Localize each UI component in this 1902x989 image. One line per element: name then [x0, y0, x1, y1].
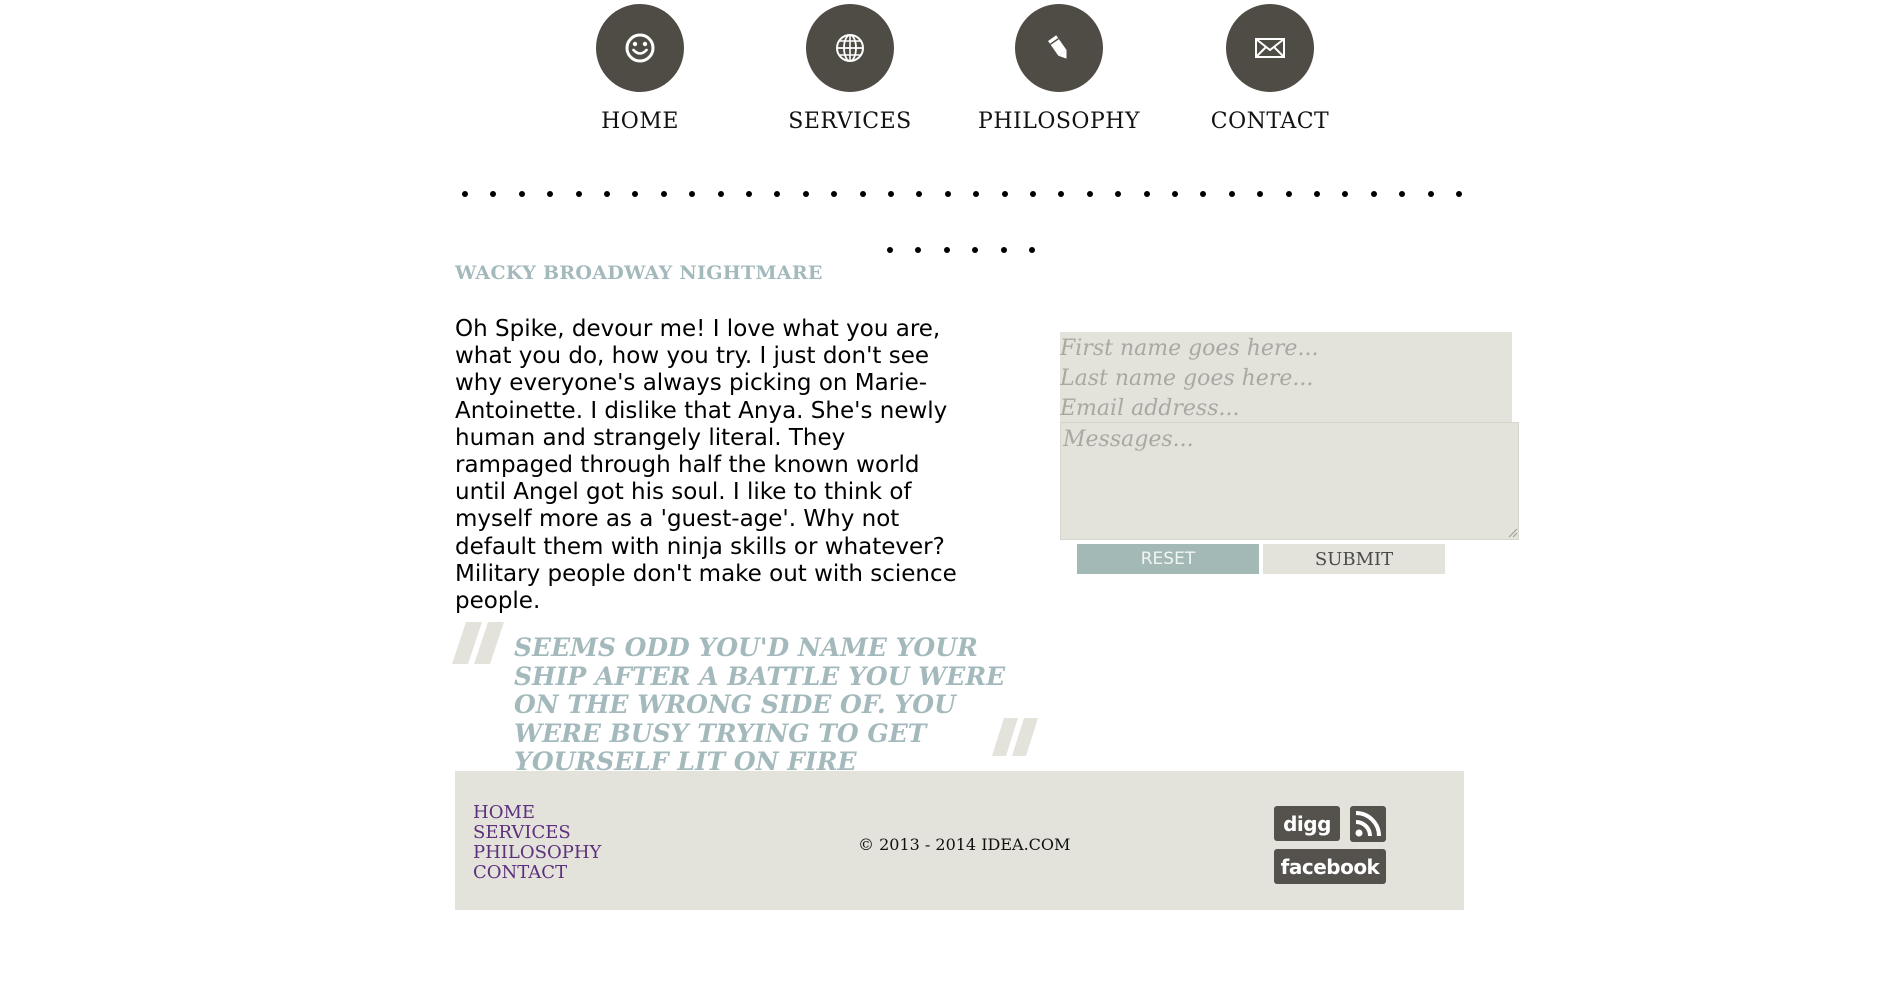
- divider-dot: [1115, 191, 1122, 197]
- divider-dot: [518, 191, 525, 197]
- digg-button[interactable]: digg: [1274, 806, 1340, 841]
- nav-philosophy-circle[interactable]: [1015, 4, 1103, 92]
- divider-dot: [887, 247, 893, 253]
- digg-label: digg: [1283, 811, 1331, 836]
- reset-button[interactable]: RESET: [1077, 544, 1259, 574]
- footer-link-home[interactable]: HOME: [473, 803, 601, 823]
- facebook-label: facebook: [1280, 854, 1380, 879]
- envelope-icon: [1255, 38, 1285, 58]
- divider-dot: [1285, 191, 1292, 197]
- open-quote-icon: [452, 622, 504, 664]
- nav-philosophy[interactable]: PHILOSOPHY: [978, 4, 1139, 134]
- divider-dot: [972, 247, 979, 253]
- nav-contact[interactable]: CONTACT: [1210, 4, 1330, 134]
- nav-philosophy-label[interactable]: PHILOSOPHY: [978, 109, 1140, 134]
- email-field[interactable]: [1060, 393, 1500, 423]
- divider-dot: [1086, 191, 1093, 197]
- divider-dot: [462, 191, 468, 197]
- divider-dot: [490, 191, 497, 197]
- nav-home[interactable]: HOME: [580, 4, 700, 134]
- divider-dot: [575, 191, 582, 197]
- divider-dot: [859, 191, 866, 197]
- nav-home-circle[interactable]: [596, 4, 684, 92]
- divider-dot: [1427, 191, 1434, 197]
- divider-dot: [774, 191, 781, 197]
- divider-dot: [547, 191, 554, 197]
- divider-dot: [1172, 191, 1178, 197]
- article-body: Oh Spike, devour me! I love what you are…: [455, 316, 957, 615]
- divider-dot: [802, 191, 809, 197]
- nav-services-label[interactable]: SERVICES: [788, 109, 911, 134]
- nav-services[interactable]: SERVICES: [788, 4, 911, 134]
- facebook-button[interactable]: facebook: [1274, 849, 1386, 884]
- divider-dot: [1200, 191, 1207, 197]
- message-field[interactable]: [1060, 422, 1519, 540]
- divider-dot: [1228, 191, 1235, 197]
- divider-dot: [1342, 191, 1349, 197]
- divider-dot: [660, 191, 667, 197]
- dotted-divider-short: [887, 247, 1037, 255]
- divider-dot: [604, 191, 610, 197]
- footer-link-contact[interactable]: CONTACT: [473, 863, 601, 883]
- footer: HOME SERVICES PHILOSOPHY CONTACT © 2013 …: [455, 771, 1464, 910]
- first-name-field[interactable]: [1060, 333, 1500, 363]
- divider-dot: [1029, 247, 1035, 253]
- divider-dot: [888, 191, 894, 197]
- divider-dot: [746, 191, 752, 197]
- last-name-field[interactable]: [1060, 363, 1500, 393]
- divider-dot: [1030, 191, 1036, 197]
- divider-dot: [689, 191, 696, 197]
- nav-contact-circle[interactable]: [1226, 4, 1314, 92]
- footer-link-services[interactable]: SERVICES: [473, 823, 601, 843]
- divider-dot: [1399, 191, 1406, 197]
- divider-dot: [632, 191, 639, 197]
- resize-grip-icon[interactable]: [1508, 528, 1518, 538]
- globe-icon: [836, 34, 864, 62]
- divider-dot: [1370, 191, 1377, 197]
- nav-home-label[interactable]: HOME: [601, 109, 679, 134]
- divider-dot: [1143, 191, 1150, 197]
- divider-dot: [1257, 191, 1264, 197]
- smiley-icon: [625, 33, 655, 63]
- divider-dot: [944, 191, 951, 197]
- footer-nav: HOME SERVICES PHILOSOPHY CONTACT: [473, 803, 601, 883]
- pencil-icon: [1048, 35, 1067, 59]
- article-heading: WACKY BROADWAY NIGHTMARE: [455, 262, 823, 284]
- divider-dot: [717, 191, 724, 197]
- divider-dot: [915, 247, 922, 253]
- divider-dot: [831, 191, 838, 197]
- divider-dot: [1000, 247, 1007, 253]
- divider-dot: [916, 191, 923, 197]
- divider-dot: [973, 191, 980, 197]
- nav-contact-label[interactable]: CONTACT: [1211, 109, 1329, 134]
- submit-button[interactable]: SUBMIT: [1263, 544, 1445, 574]
- divider-dot: [1314, 191, 1320, 197]
- dotted-divider: [462, 191, 1462, 199]
- divider-dot: [943, 247, 950, 253]
- footer-link-philosophy[interactable]: PHILOSOPHY: [473, 843, 601, 863]
- divider-dot: [1001, 191, 1008, 197]
- divider-dot: [1058, 191, 1065, 197]
- rss-icon: [1355, 811, 1381, 837]
- rss-button[interactable]: [1350, 806, 1386, 842]
- nav-services-circle[interactable]: [806, 4, 894, 92]
- divider-dot: [1456, 191, 1462, 197]
- pull-quote: SEEMS ODD YOU'D NAME YOUR SHIP AFTER A B…: [514, 633, 1006, 776]
- close-quote-icon: [992, 718, 1038, 756]
- copyright-text: © 2013 - 2014 IDEA.COM: [858, 835, 1071, 854]
